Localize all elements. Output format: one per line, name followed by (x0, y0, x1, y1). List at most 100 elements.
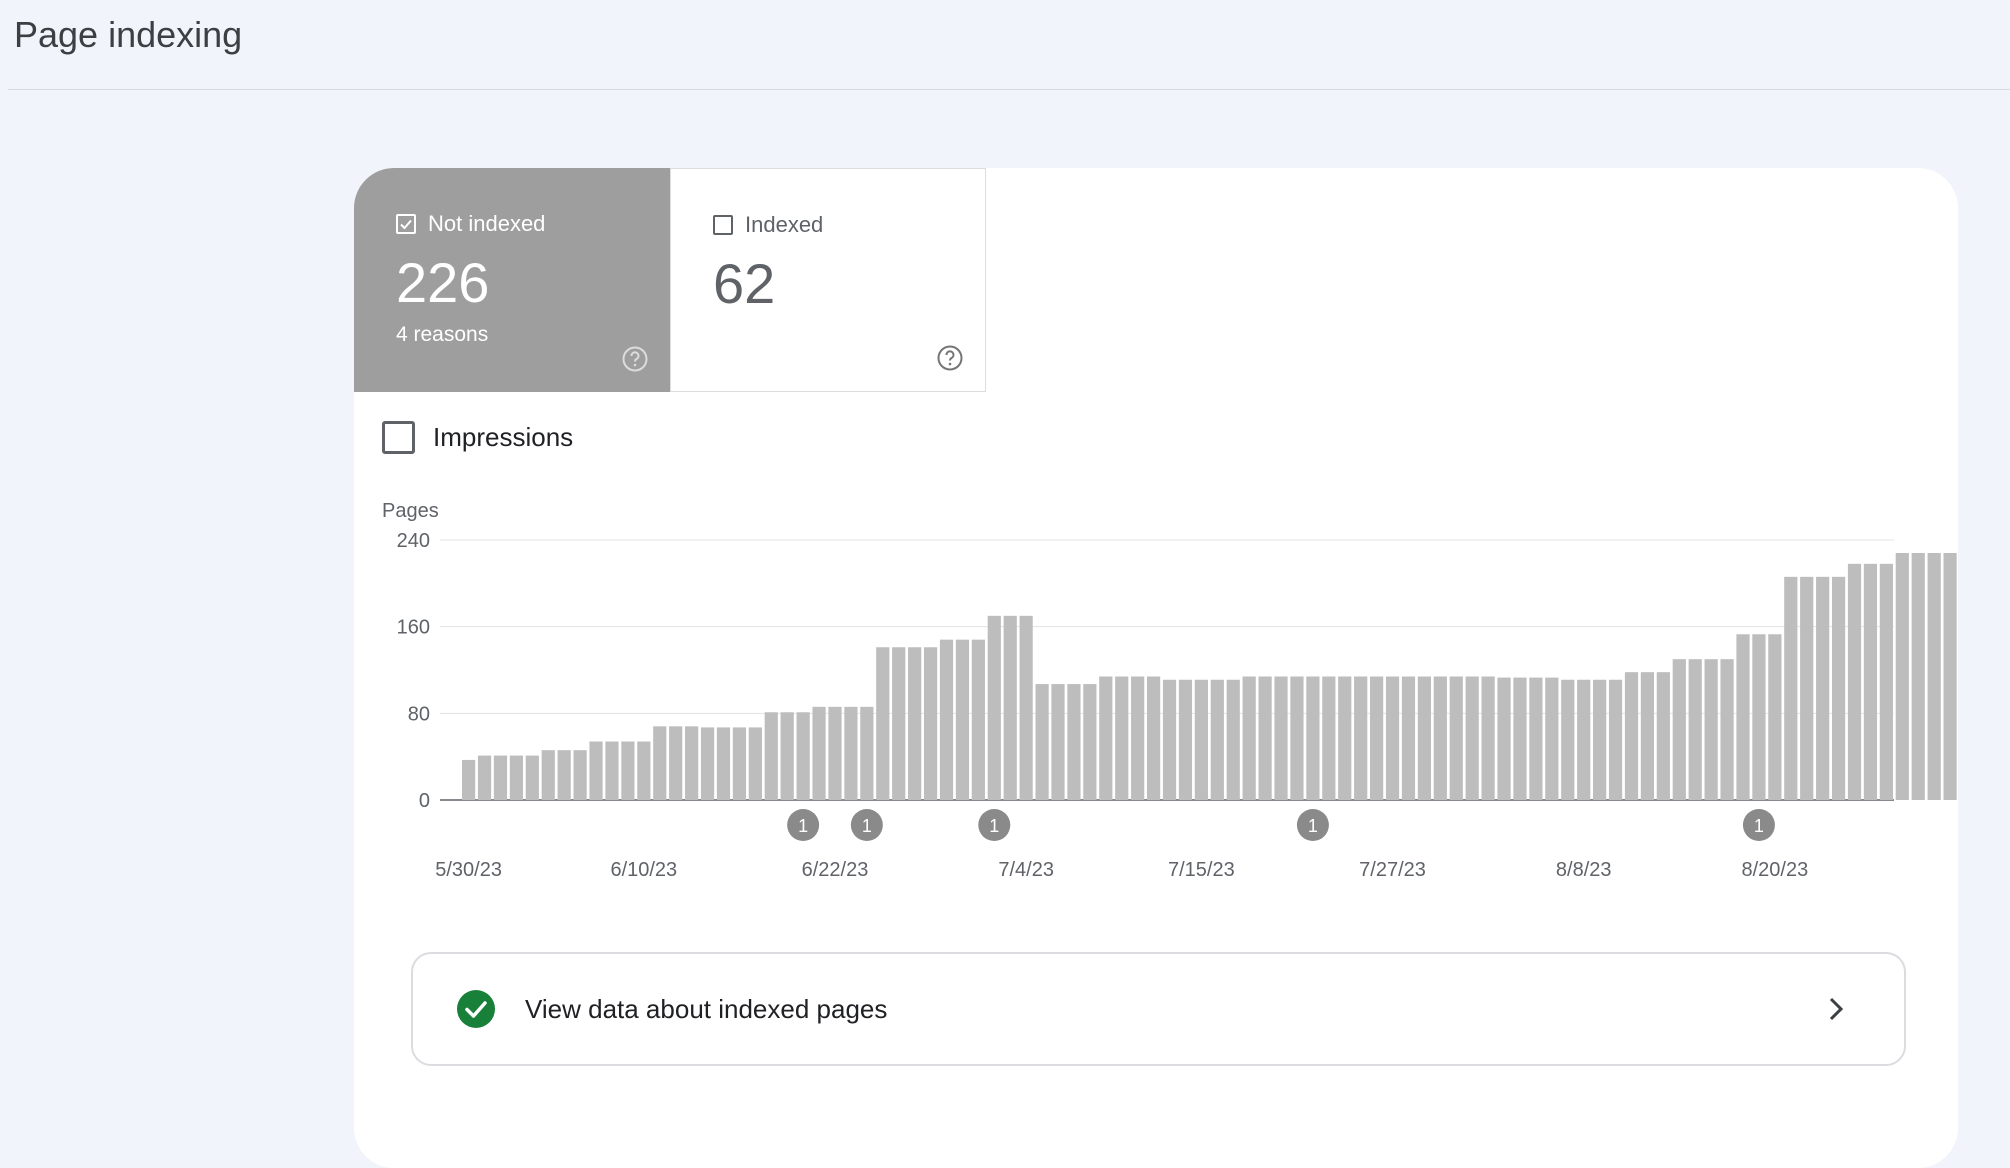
annotation-label: 1 (1754, 816, 1764, 836)
pages-bar-chart: Pages 240 160 80 0 1 1 1 1 1 5/30/23 6/10/23 6/22/23… (382, 500, 1957, 881)
y-tick-label: 0 (419, 790, 430, 812)
x-tick-label: 5/30/23 (435, 859, 502, 881)
chart-bar (971, 639, 985, 800)
chart-bar (764, 712, 778, 800)
chart-bar (1433, 676, 1447, 800)
chart-bar (1561, 679, 1575, 800)
chart-bar (1736, 634, 1750, 800)
chart-bar (780, 712, 794, 800)
chart-bar (1624, 672, 1639, 800)
view-indexed-pages-label: View data about indexed pages (525, 993, 888, 1024)
chart-bar (669, 726, 683, 800)
chart-bar (1290, 676, 1304, 800)
chart-bar (1720, 659, 1734, 800)
chart-bar (1401, 676, 1416, 800)
x-tick-label: 8/8/23 (1556, 859, 1612, 881)
chart-bar (1178, 679, 1193, 800)
chart-bar (1608, 679, 1623, 800)
chart-bar (1831, 576, 1846, 800)
chart-bar (653, 726, 667, 800)
chart-bar (477, 755, 492, 800)
chart-bar (1513, 677, 1527, 800)
chart-bar (1481, 676, 1495, 800)
chart-bar (525, 755, 539, 800)
chart-bar (1354, 676, 1368, 800)
chart-bar (557, 750, 571, 800)
annotation-label: 1 (989, 816, 999, 836)
chart-bar (700, 727, 715, 800)
chart-bar (923, 647, 938, 800)
chart-bar (732, 727, 747, 800)
chart-bar (876, 647, 890, 800)
chart-bar (1895, 553, 1909, 800)
chart-bar (1497, 677, 1511, 800)
chart-bar (892, 647, 906, 800)
chart-bar (1688, 659, 1702, 800)
chevron-right-icon (1829, 997, 1844, 1021)
y-tick-label: 160 (397, 617, 430, 639)
chart-bar (1752, 634, 1766, 800)
chart-bar (1258, 676, 1272, 800)
chart-bar (1370, 676, 1384, 800)
y-tick-label: 240 (397, 530, 430, 552)
chart-bar (462, 759, 476, 800)
chart-bar (1465, 676, 1479, 800)
chart-bar (605, 741, 619, 800)
chart-bar (1115, 676, 1129, 800)
chart-bar (1768, 634, 1782, 800)
chart-bar (1083, 684, 1097, 800)
chart-bar (748, 727, 762, 800)
chart-bar (1816, 576, 1830, 800)
chart-bar (1879, 563, 1893, 800)
chart-bar (1003, 615, 1017, 800)
indexing-card: Not indexed 226 4 reasons Indexed 62 Imp… (354, 168, 1958, 1168)
chart-bar (1210, 679, 1224, 800)
chart-bar (1847, 563, 1862, 800)
chart-bar (1593, 679, 1607, 800)
chart-bar (493, 755, 508, 800)
y-tick-label: 80 (408, 703, 430, 725)
chart-bar (1194, 679, 1208, 800)
chart-bar (1927, 553, 1941, 800)
chart-bar (812, 706, 826, 800)
chart-bar (1131, 676, 1145, 800)
chart-bar (1162, 679, 1177, 800)
chart-bar (685, 726, 699, 800)
chart-bar (1417, 676, 1431, 800)
x-tick-label: 6/10/23 (610, 859, 677, 881)
annotation-label: 1 (862, 816, 872, 836)
chart-bar (509, 755, 523, 800)
chart-bar (1338, 676, 1352, 800)
chart-bar (1099, 676, 1113, 800)
chart-bar (621, 741, 635, 800)
chart-bar (1385, 676, 1400, 800)
chart-bar (1800, 576, 1814, 800)
chart-bar (1545, 677, 1559, 800)
chart-bar (1863, 563, 1878, 800)
chart-bar (1672, 659, 1686, 800)
chart-bar (1035, 684, 1049, 800)
chart-bar (908, 647, 922, 800)
chart-bar (1577, 679, 1591, 800)
annotation-label: 1 (798, 816, 808, 836)
chart-bar (589, 741, 603, 800)
y-axis-label: Pages (382, 500, 439, 522)
chart-bar (1067, 684, 1081, 800)
chart-bar (860, 706, 874, 800)
chart-bar (1051, 684, 1065, 800)
x-tick-label: 8/20/23 (1741, 859, 1808, 881)
chart-bar (1019, 615, 1033, 800)
view-indexed-pages-link[interactable]: View data about indexed pages (411, 952, 1906, 1066)
title-divider (8, 89, 2010, 90)
page-title: Page indexing (14, 14, 243, 55)
check-circle-icon (457, 990, 495, 1028)
chart-bar (1449, 676, 1463, 800)
chart-bar (1146, 676, 1161, 800)
chart-bar (1226, 679, 1240, 800)
chart-bar (987, 615, 1001, 800)
x-tick-label: 7/27/23 (1359, 859, 1426, 881)
chart-bar (716, 727, 731, 800)
chart-bar (955, 639, 970, 800)
chart-bar (1784, 576, 1798, 800)
x-tick-label: 6/22/23 (802, 859, 869, 881)
